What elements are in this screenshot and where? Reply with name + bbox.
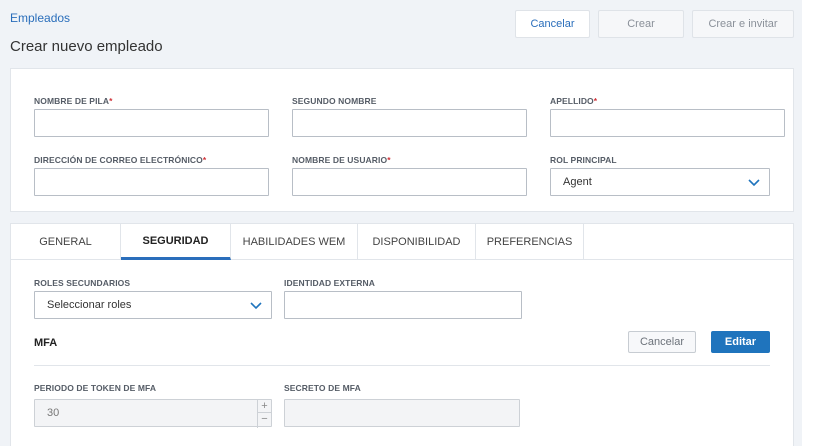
chevron-down-icon [748, 179, 760, 187]
stepper-plus-icon[interactable]: + [258, 400, 271, 413]
breadcrumb-employees[interactable]: Empleados [10, 11, 70, 25]
create-button[interactable]: Crear [598, 10, 684, 38]
secondary-roles-select[interactable]: Seleccionar roles [34, 291, 272, 319]
secondary-roles-placeholder: Seleccionar roles [47, 299, 132, 311]
secondary-roles-label: ROLES SECUNDARIOS [34, 278, 131, 288]
first-name-input[interactable] [34, 109, 269, 137]
quantity-stepper[interactable]: + − [257, 400, 271, 428]
mfa-token-period-input[interactable]: 30 + − [34, 399, 272, 428]
mfa-secret-input[interactable] [284, 399, 520, 427]
tab-availability[interactable]: DISPONIBILIDAD [358, 224, 476, 260]
external-identity-label: IDENTIDAD EXTERNA [284, 278, 375, 288]
mfa-edit-button[interactable]: Editar [711, 331, 770, 353]
primary-role-label: ROL PRINCIPAL [550, 155, 617, 165]
mfa-cancel-button[interactable]: Cancelar [628, 331, 696, 353]
tab-preferences[interactable]: PREFERENCIAS [476, 224, 584, 260]
stepper-minus-icon[interactable]: − [258, 413, 271, 426]
email-input[interactable] [34, 168, 269, 196]
mfa-token-period-label: PERIODO DE TOKEN DE MFA [34, 383, 157, 393]
primary-role-select[interactable]: Agent [550, 168, 770, 196]
tabs-card: GENERAL SEGURIDAD HABILIDADES WEM DISPON… [10, 223, 794, 446]
mfa-section-title: MFA [34, 337, 58, 349]
mfa-secret-label: SECRETO DE MFA [284, 383, 361, 393]
tab-bar: GENERAL SEGURIDAD HABILIDADES WEM DISPON… [11, 224, 793, 260]
middle-name-input[interactable] [292, 109, 527, 137]
first-name-label: NOMBRE DE PILA* [34, 96, 113, 106]
tab-general[interactable]: GENERAL [11, 224, 121, 260]
mfa-token-period-value: 30 [47, 407, 60, 419]
chevron-down-icon [250, 302, 262, 310]
last-name-input[interactable] [550, 109, 785, 137]
cancel-button[interactable]: Cancelar [515, 10, 590, 38]
tab-security[interactable]: SEGURIDAD [121, 224, 231, 260]
username-input[interactable] [292, 168, 527, 196]
create-and-invite-button[interactable]: Crear e invitar [692, 10, 794, 38]
middle-name-label: SEGUNDO NOMBRE [292, 96, 377, 106]
tab-wem-skills[interactable]: HABILIDADES WEM [231, 224, 358, 260]
page-title: Crear nuevo empleado [10, 38, 163, 55]
page: Empleados Crear nuevo empleado Cancelar … [0, 0, 802, 446]
primary-role-value: Agent [563, 176, 592, 188]
username-label: NOMBRE DE USUARIO* [292, 155, 391, 165]
external-identity-input[interactable] [284, 291, 522, 319]
last-name-label: APELLIDO* [550, 96, 598, 106]
email-label: DIRECCIÓN DE CORREO ELECTRÓNICO* [34, 155, 207, 165]
employee-details-card: NOMBRE DE PILA* SEGUNDO NOMBRE APELLIDO*… [10, 68, 794, 212]
section-divider [34, 365, 770, 366]
